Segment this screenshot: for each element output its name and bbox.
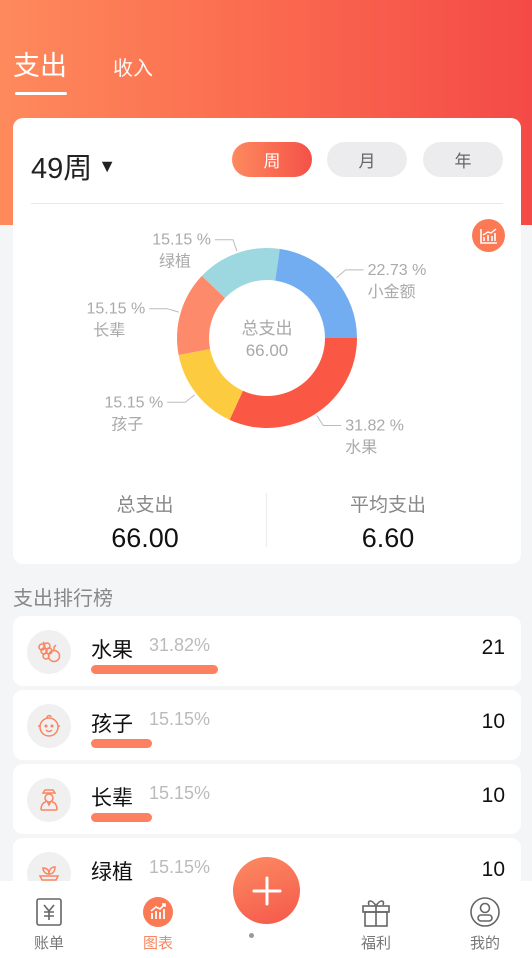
chart-icon xyxy=(123,895,193,929)
tab-charts[interactable]: 图表 xyxy=(123,895,193,953)
total-expense-value: 66.00 xyxy=(111,523,179,553)
ranking-title: 支出排行榜 xyxy=(13,588,113,610)
add-record-button[interactable] xyxy=(233,857,300,924)
leader-line-0 xyxy=(316,415,342,426)
tab-expense[interactable]: 支出 xyxy=(13,44,67,95)
total-expense-label: 总支出 xyxy=(116,495,174,516)
ranking-item-name: 孩子 xyxy=(91,713,133,736)
total-expense-stat: 总支出 66.00 xyxy=(45,490,245,554)
ranking-item-percent: 31.82% xyxy=(149,635,211,655)
ranking-item-name: 水果 xyxy=(91,639,133,662)
slice-percent-label-1: 15.15 % xyxy=(105,394,164,411)
ranking-item-amount: 21 xyxy=(481,636,505,659)
ranking-item-amount: 10 xyxy=(481,784,505,807)
leader-line-3 xyxy=(214,239,238,252)
slice-category-label-4: 小金额 xyxy=(368,283,416,301)
average-expense-value: 6.60 xyxy=(361,523,415,553)
ranking-item-amount: 10 xyxy=(481,858,505,881)
ranking-item-bar xyxy=(91,665,218,674)
summary-card: 49周 ▼ 周 月 年 31.82 % 水果 15.15 % 孩子 15.15 % 长辈 1… xyxy=(13,118,521,564)
ranking-item-percent: 15.15% xyxy=(149,783,211,803)
tab-income[interactable]: 收入 xyxy=(113,52,153,95)
donut-center-value: 66.00 xyxy=(246,341,289,360)
slice-category-label-0: 水果 xyxy=(345,438,377,456)
slice-percent-label-0: 31.82 % xyxy=(345,417,404,434)
slice-category-label-1: 孩子 xyxy=(111,415,143,433)
baby-face-icon xyxy=(27,704,71,748)
user-icon xyxy=(450,895,520,929)
average-expense-stat: 平均支出 6.60 xyxy=(288,490,488,554)
yen-bill-icon xyxy=(14,895,84,929)
average-expense-label: 平均支出 xyxy=(349,495,426,516)
leader-line-2 xyxy=(149,308,179,313)
tab-profile-label: 我的 xyxy=(469,935,500,952)
elder-icon xyxy=(27,778,71,822)
fruit-icon xyxy=(27,630,71,674)
tab-benefits[interactable]: 福利 xyxy=(341,895,411,953)
ranking-item-percent: 15.15% xyxy=(149,709,211,729)
stat-divider xyxy=(266,493,267,547)
ranking-item-percent: 15.15% xyxy=(149,857,211,877)
tab-bills[interactable]: 账单 xyxy=(14,895,84,953)
ranking-item-name: 长辈 xyxy=(91,787,133,810)
gift-icon xyxy=(341,895,411,929)
tab-benefits-label: 福利 xyxy=(360,935,391,952)
slice-category-label-2: 长辈 xyxy=(93,322,125,340)
slice-percent-label-4: 22.73 % xyxy=(368,262,427,279)
tab-bills-label: 账单 xyxy=(33,935,64,952)
tab-profile[interactable]: 我的 xyxy=(450,895,520,953)
ranking-item-kids[interactable]: 孩子 15.15% 10 xyxy=(13,690,521,760)
donut-slice-1 xyxy=(178,348,243,420)
plus-icon xyxy=(252,876,281,905)
page-indicator-dot xyxy=(249,933,254,938)
donut-center-title: 总支出 xyxy=(242,319,293,338)
income-expense-tabs: 支出 收入 xyxy=(13,44,153,95)
slice-percent-label-3: 15.15 % xyxy=(152,232,211,249)
ranking-item-elders[interactable]: 长辈 15.15% 10 xyxy=(13,764,521,834)
ranking-item-fruit[interactable]: 水果 31.82% 21 xyxy=(13,616,521,686)
donut-chart: 31.82 % 水果 15.15 % 孩子 15.15 % 长辈 15.15 % 绿植 22.7… xyxy=(86,232,427,457)
leader-line-4 xyxy=(336,269,364,279)
tab-charts-label: 图表 xyxy=(142,935,173,952)
slice-category-label-3: 绿植 xyxy=(159,253,191,271)
ranking-item-bar xyxy=(91,739,152,748)
slice-percent-label-2: 15.15 % xyxy=(86,301,145,318)
ranking-item-amount: 10 xyxy=(481,710,505,733)
ranking-item-bar xyxy=(91,813,152,822)
leader-line-1 xyxy=(167,394,195,403)
